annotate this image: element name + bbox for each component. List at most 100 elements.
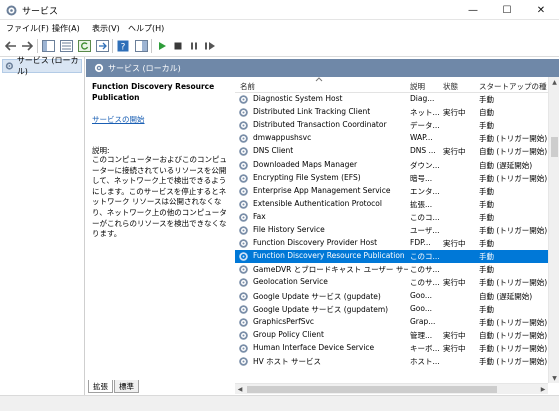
tab-standard[interactable]: 標準 [114, 380, 139, 393]
forward-arrow-icon[interactable] [20, 39, 34, 53]
vertical-scrollbar[interactable]: ▲ ▼ [548, 77, 559, 383]
menu-view[interactable]: 表示(V) [92, 23, 120, 34]
description-text: このコンピューターおよびこのコンピューターに接続されているリソースを公開して、ネ… [92, 155, 227, 239]
service-gear-icon [239, 186, 248, 196]
table-row[interactable]: GraphicsPerfSvc Grap... 手動 (トリガー開始) [235, 316, 548, 329]
show-hide-pane-icon[interactable] [134, 39, 148, 53]
scroll-right-icon[interactable]: ▶ [538, 384, 548, 395]
table-row[interactable]: HV ホスト サービス ホスト... 手動 (トリガー開始) [235, 355, 548, 368]
start-service-link[interactable]: サービスの開始 [92, 114, 145, 125]
horizontal-scrollbar[interactable]: ◀ ▶ [235, 383, 548, 394]
menu-bar: ファイル(F) 操作(A) 表示(V) ヘルプ(H) [0, 20, 559, 36]
cell-startup-type: 手動 (トリガー開始) [479, 278, 547, 288]
column-header-name[interactable]: 名前 [240, 81, 255, 92]
scroll-down-icon[interactable]: ▼ [549, 373, 559, 383]
toolbar-separator [37, 39, 38, 53]
menu-help[interactable]: ヘルプ(H) [128, 23, 164, 34]
table-row[interactable]: Geolocation Service このサ... 実行中 手動 (トリガー開始) [235, 276, 548, 289]
tree-node-label: サービス (ローカル) [16, 56, 79, 76]
status-bar [0, 395, 559, 411]
cell-description: 管理... [410, 330, 433, 340]
table-row[interactable]: Downloaded Maps Manager ダウン... 自動 (遅延開始) [235, 159, 548, 172]
tree-node-services-local[interactable]: サービス (ローカル) [2, 56, 82, 76]
table-row[interactable]: Human Interface Device Service キーボ... 実行中 手… [235, 342, 548, 355]
table-row[interactable]: Function Discovery Resource Publication こ… [235, 250, 548, 264]
cell-name: GameDVR とブロードキャスト ユーザー サービス... [253, 265, 408, 275]
cell-description: このコ... [410, 252, 440, 262]
column-header-status[interactable]: 状態 [443, 81, 458, 92]
table-row[interactable]: Distributed Transaction Coordinator データ..… [235, 119, 548, 132]
pause-service-icon[interactable] [187, 39, 201, 53]
table-row[interactable]: Fax このコ... 手動 [235, 211, 548, 224]
cell-startup-type: 手動 (トリガー開始) [479, 134, 547, 144]
service-gear-icon [239, 134, 248, 144]
sort-ascending-icon [315, 77, 323, 82]
cell-name: dmwappushsvc [253, 133, 312, 143]
service-gear-icon [239, 330, 248, 340]
restart-service-icon[interactable] [203, 39, 217, 53]
cell-startup-type: 手動 [479, 252, 494, 262]
cell-name: HV ホスト サービス [253, 357, 322, 366]
service-gear-icon [239, 304, 248, 314]
console-tree-icon[interactable] [41, 39, 55, 53]
menu-action[interactable]: 操作(A) [52, 23, 80, 34]
vertical-scroll-thumb[interactable] [551, 137, 558, 157]
scroll-up-icon[interactable]: ▲ [549, 77, 559, 87]
cell-startup-type: 手動 [479, 212, 494, 222]
service-gear-icon [239, 213, 248, 222]
stop-service-icon[interactable] [171, 39, 185, 53]
cell-name: Encrypting File System (EFS) [253, 172, 361, 182]
table-row[interactable]: Function Discovery Provider Host FDP... 実行… [235, 237, 548, 250]
export-list-icon[interactable] [95, 39, 109, 53]
back-arrow-icon[interactable] [4, 39, 18, 53]
cell-name: Group Policy Client [253, 329, 324, 339]
maximize-button[interactable]: ☐ [490, 0, 524, 20]
close-button[interactable]: ✕ [524, 0, 558, 20]
minimize-button[interactable]: — [456, 0, 490, 20]
cell-startup-type: 手動 [479, 186, 494, 196]
table-row[interactable]: GameDVR とブロードキャスト ユーザー サービス...このサ... 手動 [235, 263, 548, 276]
cell-status: 実行中 [443, 278, 466, 288]
table-row[interactable]: File History Service ユーザ... 手動 (トリガー開始) [235, 224, 548, 237]
properties-list-icon[interactable] [59, 39, 73, 53]
help-icon[interactable]: ? [116, 39, 130, 53]
cell-description: 拡張... [410, 199, 433, 209]
cell-status: 実行中 [443, 147, 466, 157]
tab-extended[interactable]: 拡張 [88, 380, 113, 393]
table-row[interactable]: Extensible Authentication Protocol 拡張... 手… [235, 198, 548, 211]
scroll-left-icon[interactable]: ◀ [235, 384, 245, 395]
table-row[interactable]: DNS Client DNS ... 実行中 自動 (トリガー開始) [235, 145, 548, 158]
extended-description-panel: Function Discovery Resource Publication … [90, 79, 230, 379]
gear-icon [94, 63, 104, 73]
table-row[interactable]: Google Update サービス (gupdate) Goo... 自動 (遅延… [235, 290, 548, 303]
table-row[interactable]: Encrypting File System (EFS) 暗号... 手動 (トリガ… [235, 172, 548, 185]
start-service-icon[interactable] [155, 39, 169, 53]
table-row[interactable]: Diagnostic System Host Diag... 手動 [235, 93, 548, 106]
cell-name: Function Discovery Provider Host [253, 238, 378, 248]
table-row[interactable]: Google Update サービス (gupdatem) Goo... 手動 [235, 303, 548, 316]
column-header-description[interactable]: 説明 [410, 81, 425, 92]
service-gear-icon [239, 199, 248, 209]
menu-file[interactable]: ファイル(F) [6, 23, 49, 34]
horizontal-scroll-thumb[interactable] [247, 386, 497, 393]
pane-header: サービス (ローカル) [86, 59, 559, 77]
refresh-icon[interactable] [77, 39, 91, 53]
cell-description: このコ... [410, 212, 440, 222]
service-gear-icon [239, 160, 248, 170]
cell-description: ホスト... [410, 357, 440, 366]
table-row[interactable]: dmwappushsvc WAP... 手動 (トリガー開始) [235, 132, 548, 145]
cell-description: キーボ... [410, 343, 440, 353]
cell-startup-type: 手動 (トリガー開始) [479, 226, 547, 235]
cell-startup-type: 自動 (トリガー開始) [479, 147, 547, 157]
toolbar-separator [151, 39, 152, 53]
table-row[interactable]: Group Policy Client 管理... 実行中 自動 (トリガー開始) [235, 329, 548, 342]
column-header-startup-type[interactable]: スタートアップの種類 [479, 81, 547, 92]
table-row[interactable]: Enterprise App Management Service エンタ... 手… [235, 185, 548, 198]
table-row[interactable]: Distributed Link Tracking Client ネット... 実行… [235, 106, 548, 119]
cell-description: DNS ... [410, 146, 436, 156]
cell-name: Distributed Transaction Coordinator [253, 120, 387, 130]
cell-name: Downloaded Maps Manager [253, 159, 358, 169]
cell-description: ユーザ... [410, 226, 440, 235]
service-gear-icon [239, 226, 248, 235]
cell-name: Fax [253, 211, 266, 221]
